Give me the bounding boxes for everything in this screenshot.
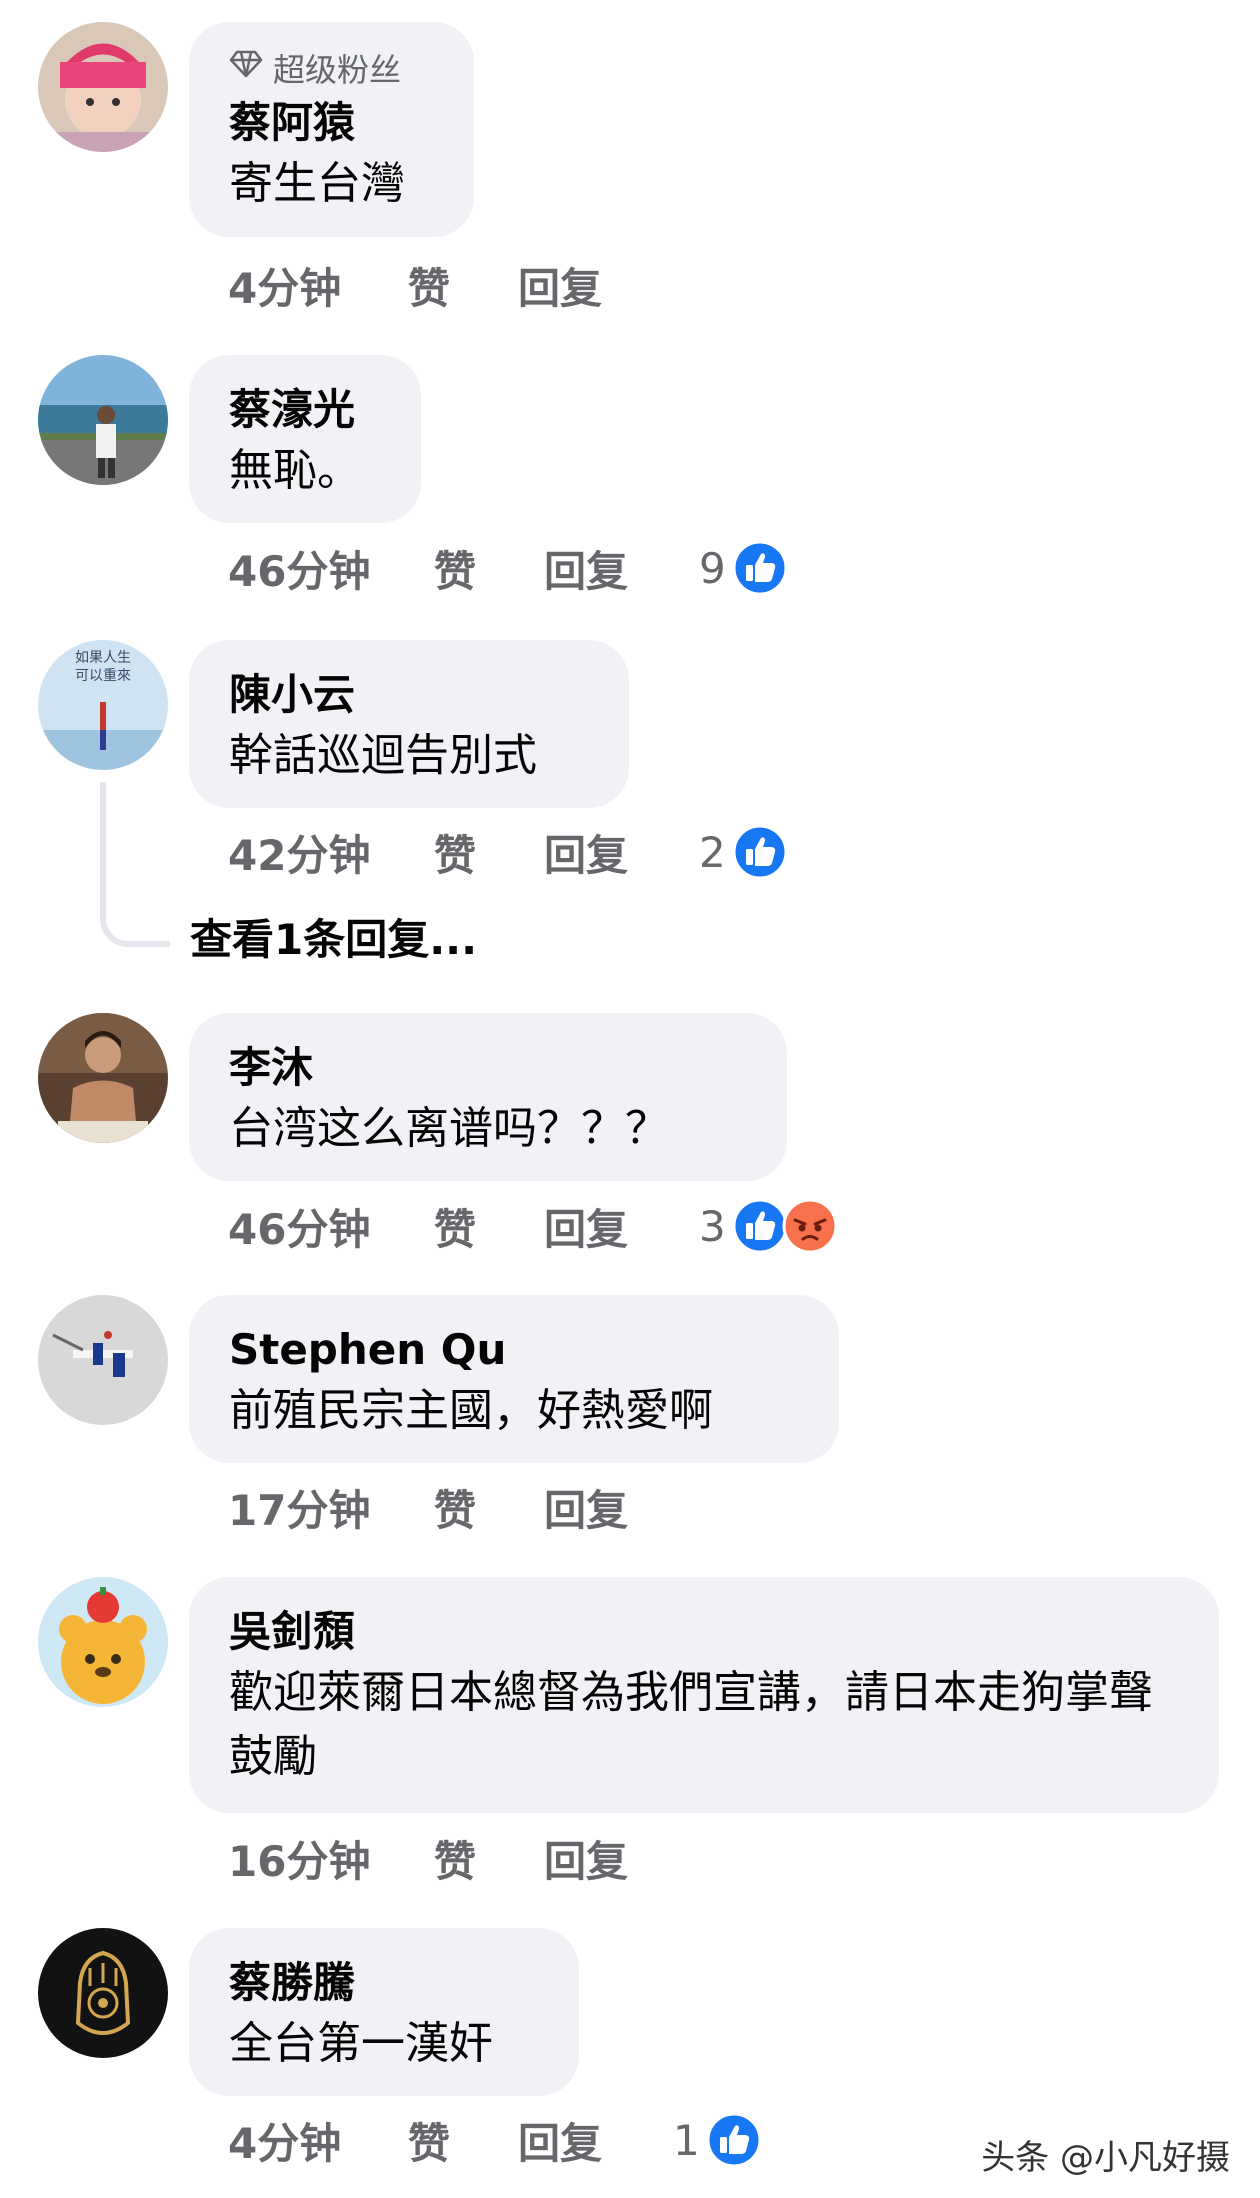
comment-bubble: 蔡勝騰 全台第一漢奸 — [189, 1928, 579, 2096]
reaction-summary[interactable]: 9 — [699, 540, 788, 596]
comment-time[interactable]: 46分钟 — [228, 538, 434, 599]
reaction-count: 3 — [699, 1201, 726, 1251]
commenter-name[interactable]: 李沐 — [229, 1039, 747, 1097]
commenter-name[interactable]: 吳釗頹 — [229, 1603, 1179, 1661]
like-reaction-icon — [732, 540, 788, 596]
comment-text: 無恥。 — [229, 445, 361, 496]
svg-text:可以重來: 可以重來 — [75, 668, 131, 684]
reaction-count: 2 — [699, 827, 726, 877]
avatar[interactable]: 如果人生 可以重來 — [38, 640, 168, 770]
comment-bubble: Stephen Qu 前殖民宗主國，好熱愛啊 — [189, 1295, 839, 1463]
svg-text:如果人生: 如果人生 — [75, 650, 131, 666]
comment-time[interactable]: 42分钟 — [228, 822, 434, 883]
like-button[interactable]: 赞 — [408, 255, 518, 316]
reaction-summary[interactable]: 1 — [673, 2112, 762, 2168]
like-reaction-icon — [706, 2112, 762, 2168]
like-reaction-icon — [732, 824, 788, 880]
comment-actions: 4分钟 赞 回复 1 — [228, 2110, 762, 2170]
comment-actions: 4分钟 赞 回复 — [228, 255, 678, 315]
comment-actions: 17分钟 赞 回复 — [228, 1477, 704, 1537]
reply-button[interactable]: 回复 — [518, 2110, 673, 2171]
reaction-summary[interactable]: 3 — [699, 1198, 838, 1254]
comment-bubble: 吳釗頹 歡迎萊爾日本總督為我們宣講，請日本走狗掌聲鼓勵 — [189, 1577, 1219, 1813]
diamond-icon — [229, 49, 263, 87]
like-button[interactable]: 赞 — [408, 2110, 518, 2171]
commenter-name[interactable]: 蔡阿猿 — [229, 94, 434, 152]
angry-reaction-icon — [782, 1198, 838, 1254]
reply-button[interactable]: 回复 — [544, 1828, 704, 1889]
comment-text: 幹話巡迴告別式 — [229, 730, 537, 781]
like-button[interactable]: 赞 — [434, 538, 544, 599]
avatar[interactable] — [38, 355, 168, 485]
commenter-name[interactable]: 蔡濠光 — [229, 381, 381, 439]
comment-time[interactable]: 46分钟 — [228, 1196, 434, 1257]
comment-time[interactable]: 16分钟 — [228, 1828, 434, 1889]
reaction-count: 1 — [673, 2115, 700, 2165]
commenter-name[interactable]: 陳小云 — [229, 666, 589, 724]
reply-button[interactable]: 回复 — [544, 1477, 704, 1538]
comment-time[interactable]: 4分钟 — [228, 2110, 408, 2171]
like-button[interactable]: 赞 — [434, 822, 544, 883]
comment-time[interactable]: 4分钟 — [228, 255, 408, 316]
like-reaction-icon — [732, 1198, 788, 1254]
top-fan-badge: 超级粉丝 — [229, 48, 434, 89]
reaction-count: 9 — [699, 543, 726, 593]
badge-label: 超级粉丝 — [273, 51, 402, 89]
avatar[interactable] — [38, 1295, 168, 1425]
comment-text: 前殖民宗主國，好熱愛啊 — [229, 1385, 713, 1436]
view-replies-link[interactable]: 查看1条回复... — [190, 906, 477, 967]
avatar[interactable] — [38, 1577, 168, 1707]
reaction-summary[interactable]: 2 — [699, 824, 788, 880]
comment-bubble: 超级粉丝 蔡阿猿 寄生台灣 — [189, 22, 474, 237]
commenter-name[interactable]: Stephen Qu — [229, 1321, 799, 1379]
reply-button[interactable]: 回复 — [544, 1196, 699, 1257]
like-button[interactable]: 赞 — [434, 1828, 544, 1889]
like-button[interactable]: 赞 — [434, 1477, 544, 1538]
reply-button[interactable]: 回复 — [544, 538, 699, 599]
comment-text: 台湾这么离谱吗？？？ — [229, 1103, 669, 1154]
comment-text: 歡迎萊爾日本總督為我們宣講，請日本走狗掌聲鼓勵 — [229, 1667, 1153, 1782]
avatar[interactable] — [38, 1928, 168, 2058]
reply-button[interactable]: 回复 — [518, 255, 678, 316]
like-button[interactable]: 赞 — [434, 1196, 544, 1257]
comment-actions: 16分钟 赞 回复 — [228, 1828, 704, 1888]
comment-bubble: 陳小云 幹話巡迴告別式 — [189, 640, 629, 808]
comment-actions: 46分钟 赞 回复 9 — [228, 538, 788, 598]
commenter-name[interactable]: 蔡勝騰 — [229, 1954, 539, 2012]
comment-text: 寄生台灣 — [229, 158, 405, 209]
watermark: 头条 @小凡好摄 — [981, 2138, 1230, 2178]
comment-actions: 42分钟 赞 回复 2 — [228, 822, 788, 882]
comment-bubble: 蔡濠光 無恥。 — [189, 355, 421, 523]
comment-actions: 46分钟 赞 回复 3 — [228, 1196, 838, 1256]
avatar[interactable] — [38, 1013, 168, 1143]
comment-time[interactable]: 17分钟 — [228, 1477, 434, 1538]
comment-bubble: 李沐 台湾这么离谱吗？？？ — [189, 1013, 787, 1181]
reply-thread-line — [100, 782, 170, 947]
avatar[interactable] — [38, 22, 168, 152]
comment-text: 全台第一漢奸 — [229, 2018, 493, 2069]
reply-button[interactable]: 回复 — [544, 822, 699, 883]
